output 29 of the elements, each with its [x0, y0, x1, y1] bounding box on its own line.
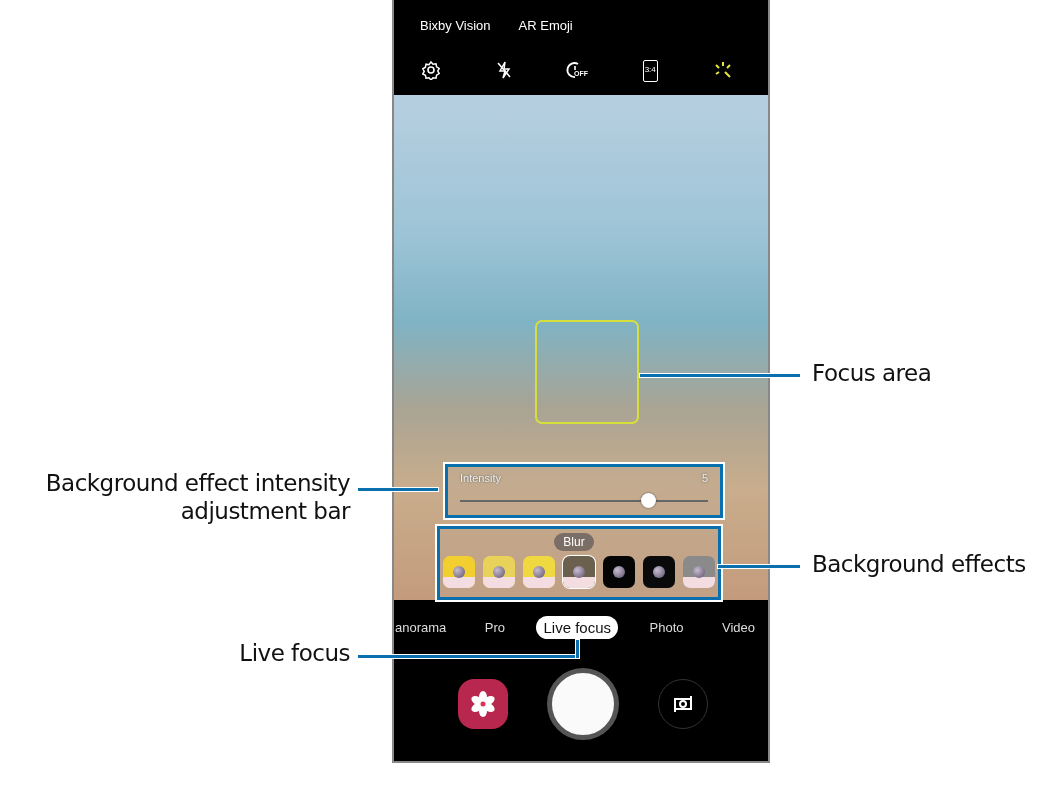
settings-icon[interactable]	[420, 60, 441, 80]
slider-thumb[interactable]	[641, 493, 657, 508]
flash-off-icon[interactable]	[495, 60, 512, 80]
effect-thumbnail[interactable]	[603, 556, 635, 588]
callout-label: Focus area	[812, 360, 932, 388]
camera-mode-tab[interactable]: Live focus	[536, 615, 619, 639]
callout-label: Background effect intensity adjustment bar	[44, 470, 350, 526]
effect-thumbnail[interactable]	[563, 556, 595, 588]
sparkle-icon[interactable]	[713, 60, 734, 80]
callout-label: Live focus	[239, 640, 350, 668]
switch-camera-button[interactable]	[658, 679, 709, 729]
effect-thumbnail[interactable]	[483, 556, 515, 588]
flower-icon	[468, 690, 497, 718]
callout-label: Background effects	[812, 551, 1026, 579]
effect-tooltip: Blur	[554, 533, 594, 551]
effect-thumbnail[interactable]	[523, 556, 555, 588]
camera-mode-tab[interactable]: Video	[714, 616, 762, 638]
camera-mode-tab[interactable]: Pro	[477, 616, 512, 638]
camera-mode-link[interactable]: Bixby Vision	[420, 18, 491, 46]
gallery-button[interactable]	[457, 679, 508, 729]
effect-thumbnail[interactable]	[643, 556, 675, 588]
camera-mode-link[interactable]: AR Emoji	[518, 18, 573, 46]
camera-mode-tab[interactable]: anorama	[388, 616, 454, 638]
camera-mode-tab[interactable]: Photo	[642, 616, 691, 638]
aspect-ratio-button[interactable]: 3:4	[642, 60, 658, 82]
intensity-value: 5	[701, 472, 708, 484]
intensity-label: Intensity	[460, 472, 501, 484]
effect-thumbnail[interactable]	[443, 556, 475, 588]
effect-thumbnail[interactable]	[683, 556, 715, 588]
